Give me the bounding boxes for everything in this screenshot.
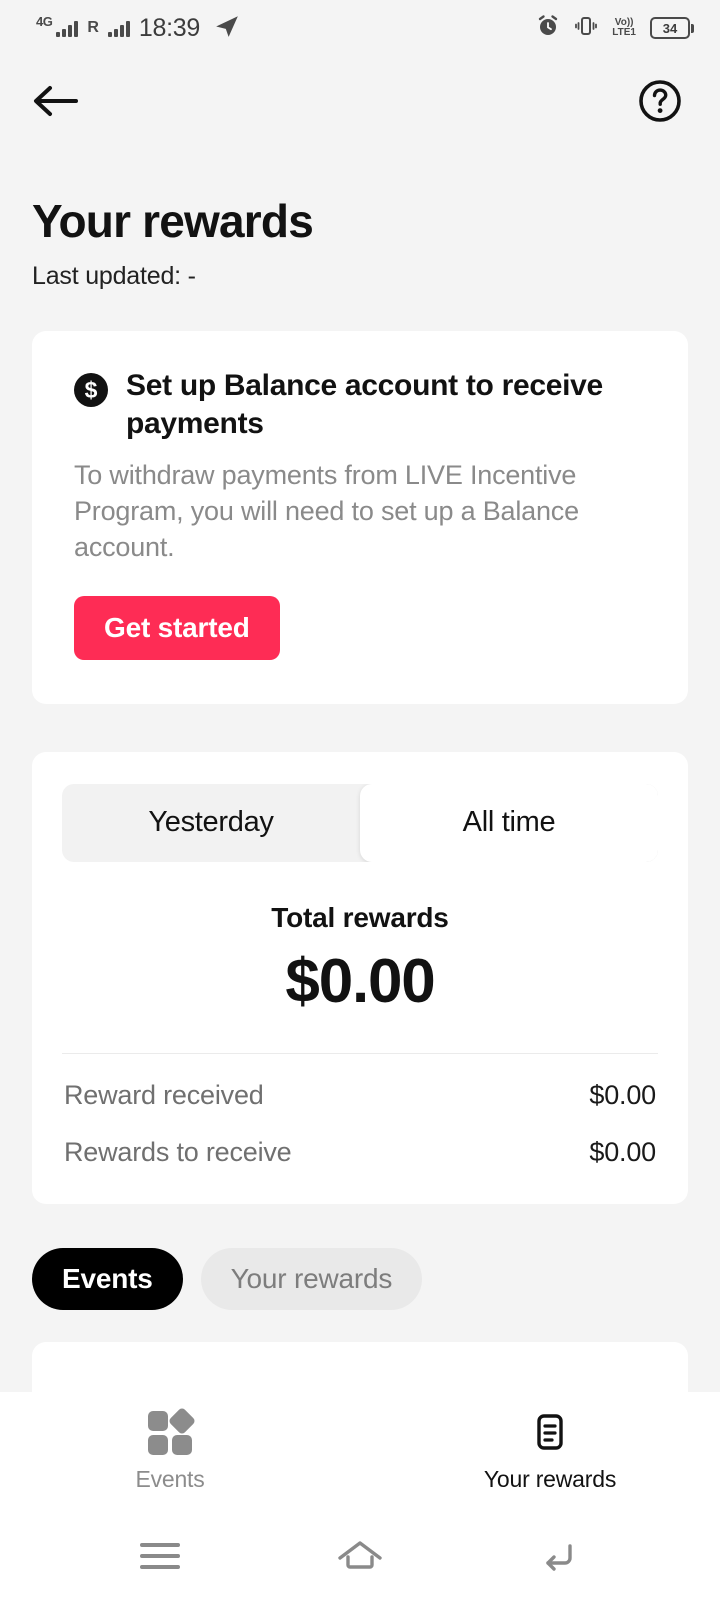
android-system-nav: [0, 1512, 720, 1600]
recents-menu-icon: [140, 1543, 180, 1569]
back-button[interactable]: [32, 73, 88, 129]
get-started-button[interactable]: Get started: [74, 595, 280, 660]
back-system-button[interactable]: [515, 1526, 605, 1586]
battery-level-label: 34: [650, 17, 690, 39]
nav-item-your-rewards[interactable]: Your rewards: [455, 1408, 645, 1493]
total-rewards-amount: $0.00: [285, 946, 435, 1016]
signal-bars-icon: [56, 20, 79, 37]
bottom-navigation-bar: Events Your rewards: [0, 1392, 720, 1512]
status-bar-right: Vo)) LTE1 34: [536, 14, 694, 43]
signal-icon: 4G: [36, 15, 79, 37]
stat-value: $0.00: [589, 1136, 656, 1167]
stat-label: Rewards to receive: [64, 1136, 292, 1167]
telegram-send-icon: [214, 13, 240, 44]
period-segmented-control[interactable]: Yesterday All time: [62, 783, 658, 862]
vibrate-icon: [574, 14, 598, 43]
back-arrow-icon: [546, 1544, 572, 1571]
network-type-label: 4G: [36, 13, 53, 29]
roaming-indicator: R: [87, 19, 99, 36]
balance-card-title: Set up Balance account to receive paymen…: [126, 369, 603, 441]
top-app-bar: [0, 56, 720, 146]
alarm-icon: [536, 14, 560, 43]
document-lines-icon: [537, 1413, 563, 1450]
status-bar: 4G R 18:39 Vo)) LTE1 34: [0, 0, 720, 56]
last-updated-text: Last updated: -: [32, 262, 196, 290]
home-icon: [338, 1541, 382, 1569]
status-bar-left: 4G R 18:39: [36, 13, 240, 44]
page-title: Your rewards: [32, 195, 314, 247]
filter-chip-group: Events Your rewards: [0, 1204, 720, 1310]
status-bar-clock: 18:39: [138, 13, 200, 42]
phone-screen: 4G R 18:39 Vo)) LTE1 34 Your rewards Las…: [0, 0, 720, 1600]
stat-row-rewards-to-receive: Rewards to receive $0.00: [62, 1111, 658, 1168]
balance-card-title-row: $ Set up Balance account to receive paym…: [74, 367, 646, 444]
nav-item-events[interactable]: Events: [75, 1406, 265, 1493]
balance-card-description: To withdraw payments from LIVE Incentive…: [74, 459, 579, 562]
total-rewards-label: Total rewards: [271, 901, 449, 933]
stat-row-reward-received: Reward received $0.00: [62, 1054, 658, 1111]
content-card-placeholder: [32, 1341, 688, 1392]
recents-button[interactable]: [115, 1526, 205, 1586]
segment-yesterday[interactable]: Yesterday: [62, 784, 360, 862]
help-circle-icon: [639, 80, 681, 122]
nav-label: Events: [135, 1465, 205, 1492]
rewards-summary-card: Yesterday All time Total rewards $0.00 R…: [32, 751, 688, 1204]
battery-icon: 34: [650, 17, 694, 39]
chip-your-rewards[interactable]: Your rewards: [200, 1247, 423, 1310]
segment-all-time[interactable]: All time: [360, 783, 658, 862]
page-heading: Your rewards Last updated: -: [0, 146, 720, 291]
help-button[interactable]: [632, 73, 688, 129]
chip-events[interactable]: Events: [32, 1247, 183, 1310]
dollar-coin-icon: $: [74, 373, 108, 407]
back-arrow-icon: [34, 86, 78, 116]
signal-bars-secondary-icon: [107, 20, 130, 37]
home-button[interactable]: [315, 1526, 405, 1586]
grid-diamond-icon: [146, 1406, 197, 1456]
stat-value: $0.00: [589, 1079, 656, 1110]
balance-setup-card: $ Set up Balance account to receive paym…: [32, 331, 688, 704]
volte-icon: Vo)) LTE1: [612, 16, 636, 38]
stat-label: Reward received: [64, 1079, 264, 1110]
nav-label: Your rewards: [483, 1465, 617, 1492]
